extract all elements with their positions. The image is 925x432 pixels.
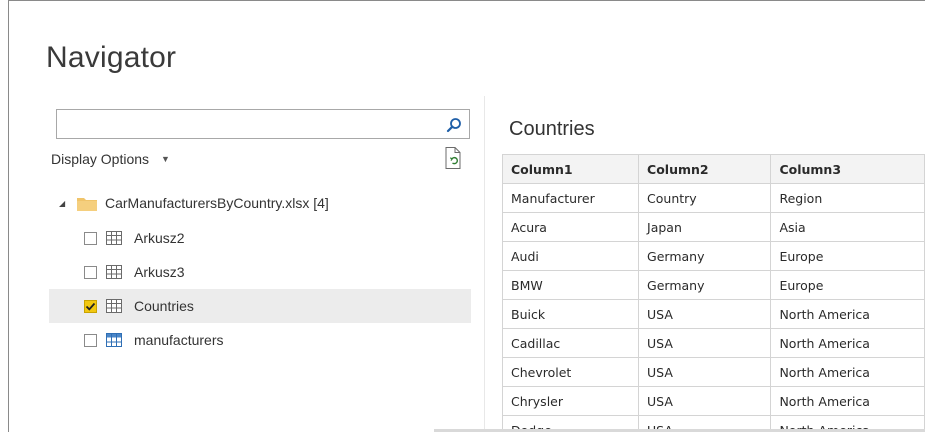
table-cell: North America — [770, 299, 925, 329]
checkbox-checked[interactable] — [84, 299, 97, 313]
tree-item-label: Countries — [134, 298, 194, 314]
table-cell: North America — [770, 386, 925, 416]
table-cell: Japan — [638, 212, 772, 242]
tree-item-label: Arkusz2 — [134, 230, 185, 246]
table-cell: Country — [638, 183, 772, 213]
sheet-icon — [106, 231, 122, 245]
chevron-down-icon: ▼ — [161, 154, 170, 164]
column-header[interactable]: Column1 — [501, 154, 640, 184]
column-header[interactable]: Column3 — [770, 154, 925, 184]
navigator-tree: ◢ CarManufacturersByCountry.xlsx [4] Ark… — [49, 185, 471, 357]
tree-root-workbook[interactable]: ◢ CarManufacturersByCountry.xlsx [4] — [49, 185, 471, 221]
table-icon — [106, 333, 122, 347]
folder-icon — [77, 196, 97, 211]
checkmark-icon — [85, 302, 96, 311]
table-cell: Europe — [770, 241, 925, 271]
table-cell: North America — [770, 357, 925, 387]
table-cell: Audi — [501, 241, 640, 271]
table-cell: USA — [638, 386, 772, 416]
dialog-title: Navigator — [46, 41, 177, 74]
preview-table: Column1 Column2 Column3 Manufacturer Cou… — [501, 154, 925, 432]
refresh-icon[interactable] — [443, 146, 465, 170]
table-header-row: Column1 Column2 Column3 — [501, 154, 925, 184]
table-row: BMW Germany Europe — [501, 270, 925, 300]
table-row: Cadillac USA North America — [501, 328, 925, 358]
navigator-window: Navigator Display Options ▼ ◢ CarManufac… — [8, 0, 925, 432]
checkbox[interactable] — [84, 265, 97, 279]
table-row: Chrysler USA North America — [501, 386, 925, 416]
table-row: Manufacturer Country Region — [501, 183, 925, 213]
tree-item-arkusz2[interactable]: Arkusz2 — [49, 221, 471, 255]
table-cell: Acura — [501, 212, 640, 242]
tree-item-label: Arkusz3 — [134, 264, 185, 280]
table-cell: Manufacturer — [501, 183, 640, 213]
tree-item-arkusz3[interactable]: Arkusz3 — [49, 255, 471, 289]
preview-title: Countries — [509, 118, 595, 140]
pane-divider[interactable] — [484, 96, 485, 432]
column-header[interactable]: Column2 — [638, 154, 772, 184]
table-cell: Region — [770, 183, 925, 213]
table-cell: North America — [770, 328, 925, 358]
search-input[interactable] — [57, 110, 437, 138]
table-cell: Europe — [770, 270, 925, 300]
table-cell: Buick — [501, 299, 640, 329]
display-options-dropdown[interactable]: Display Options ▼ — [51, 151, 170, 167]
table-cell: Germany — [638, 241, 772, 271]
table-cell: USA — [638, 328, 772, 358]
table-cell: USA — [638, 299, 772, 329]
table-row: Chevrolet USA North America — [501, 357, 925, 387]
table-cell: Chevrolet — [501, 357, 640, 387]
table-cell: USA — [638, 357, 772, 387]
tree-item-label: manufacturers — [134, 332, 224, 348]
table-cell: Cadillac — [501, 328, 640, 358]
table-cell: Germany — [638, 270, 772, 300]
search-box[interactable] — [56, 109, 470, 139]
sheet-icon — [106, 299, 122, 313]
sheet-icon — [106, 265, 122, 279]
table-row: Acura Japan Asia — [501, 212, 925, 242]
checkbox[interactable] — [84, 333, 97, 347]
expand-triangle-icon[interactable]: ◢ — [59, 199, 69, 208]
table-cell: Asia — [770, 212, 925, 242]
table-cell: Chrysler — [501, 386, 640, 416]
table-cell: BMW — [501, 270, 640, 300]
search-icon[interactable] — [443, 114, 465, 136]
tree-root-label: CarManufacturersByCountry.xlsx [4] — [105, 195, 329, 211]
tree-item-countries[interactable]: Countries — [49, 289, 471, 323]
checkbox[interactable] — [84, 231, 97, 245]
table-row: Audi Germany Europe — [501, 241, 925, 271]
display-options-label: Display Options — [51, 151, 150, 167]
table-row: Buick USA North America — [501, 299, 925, 329]
tree-item-manufacturers[interactable]: manufacturers — [49, 323, 471, 357]
